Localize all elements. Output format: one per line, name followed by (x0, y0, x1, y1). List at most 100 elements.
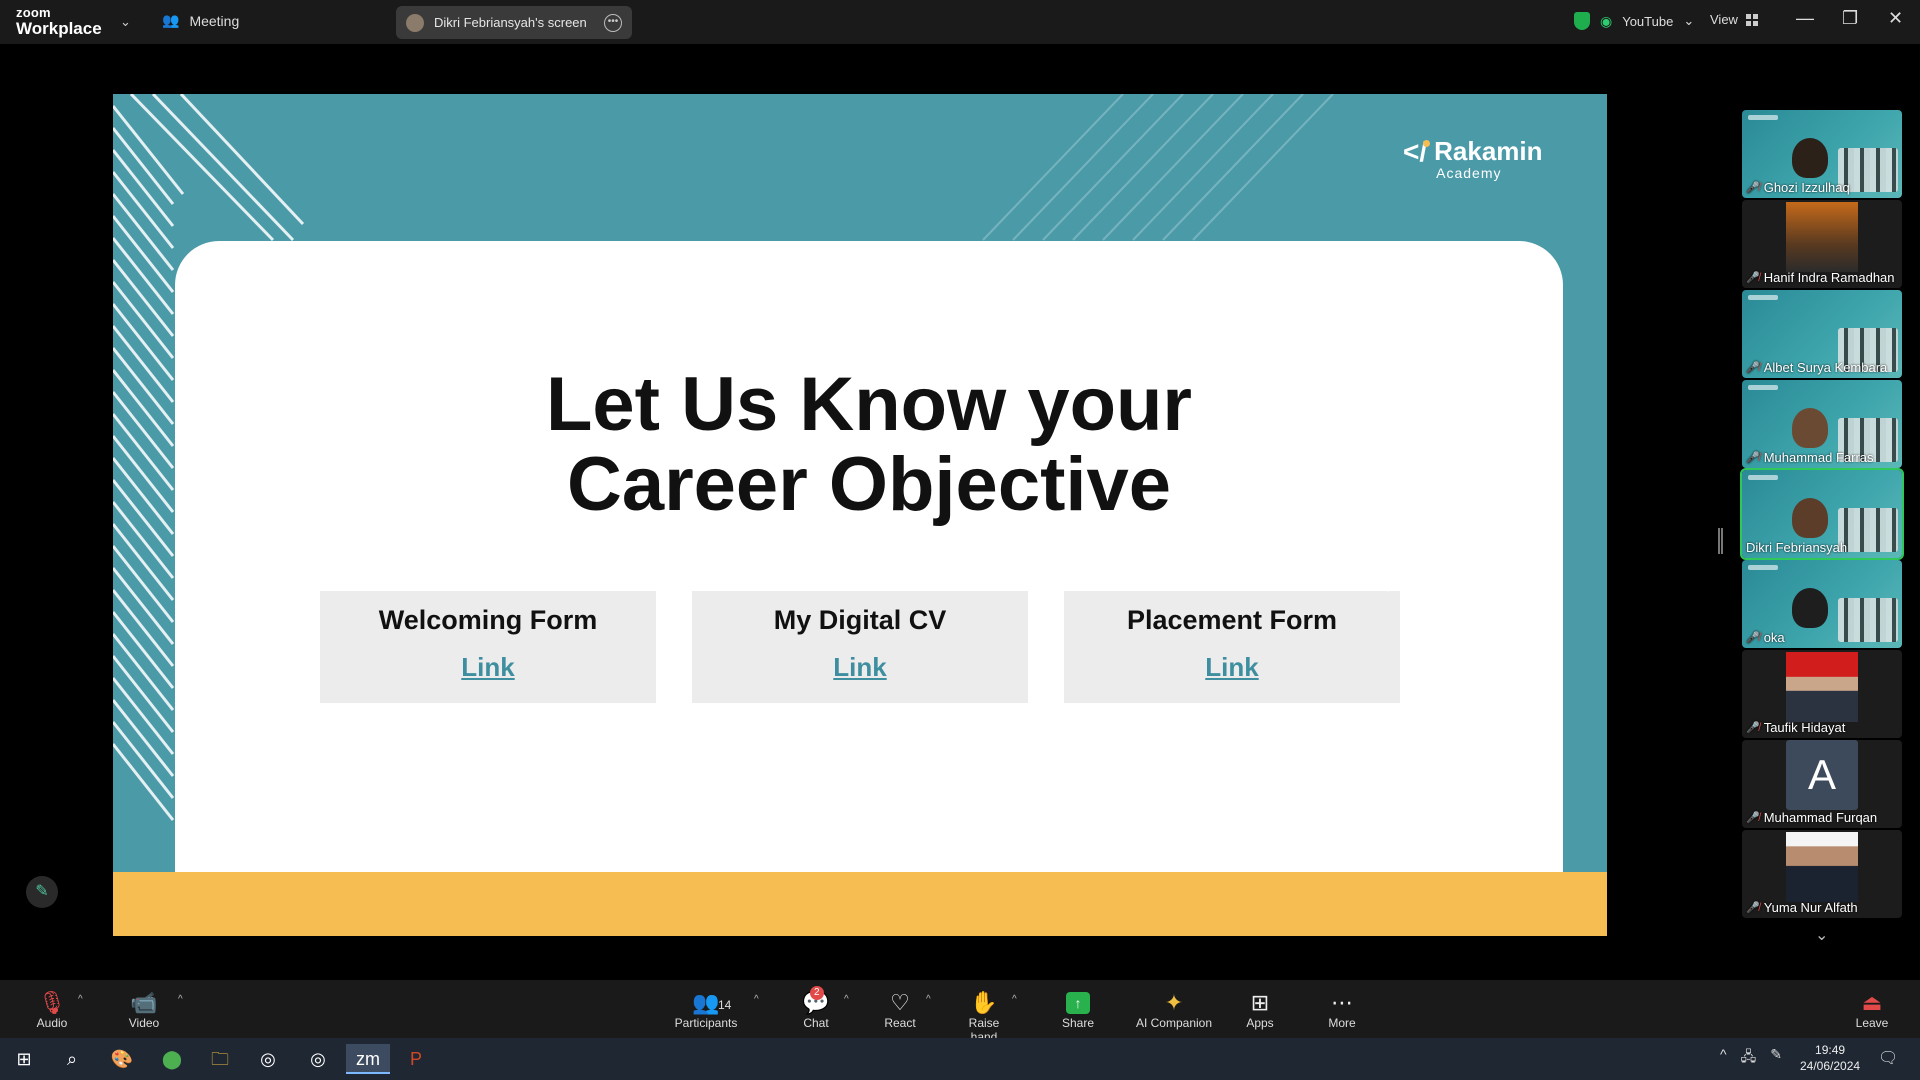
apps-grid-icon: ⊞ (1250, 990, 1270, 1015)
view-label: View (1710, 12, 1738, 27)
security-shield-icon (1574, 12, 1590, 30)
form-links: Welcoming Form Link My Digital CV Link P… (320, 591, 1420, 703)
network-icon[interactable]: 🖧 (1741, 1046, 1757, 1070)
participant-tile[interactable]: 🎤̸ Hanif Indra Ramadhan (1742, 200, 1902, 288)
close-icon[interactable]: ✕ (1888, 8, 1903, 29)
react-caret-icon[interactable]: ^ (926, 994, 931, 1005)
zoom-logo-small: zoom (16, 5, 51, 20)
tile-header (1748, 115, 1778, 120)
windows-start-icon[interactable]: ⊞ (2, 1044, 46, 1074)
form-link[interactable]: Link (461, 652, 514, 683)
screen-share-indicator[interactable]: Dikri Febriansyah's screen ••• (396, 6, 632, 39)
participant-tile[interactable]: 🎤̸ Muhammad Farras (1742, 380, 1902, 468)
pen-icon[interactable]: ✎ (1770, 1046, 1782, 1070)
annotate-pencil-icon[interactable]: ✎ (26, 876, 58, 908)
chat-button[interactable]: 💬 2 Chat (796, 986, 836, 1030)
ai-companion-button[interactable]: ✦ AI Companion (1134, 990, 1214, 1030)
tray-expand-icon[interactable]: ^ (1720, 1046, 1727, 1070)
system-clock[interactable]: 19:49 24/06/2024 (1800, 1042, 1860, 1074)
avatar (406, 13, 424, 32)
participant-tile-active-speaker[interactable]: Dikri Febriansyah (1740, 468, 1904, 560)
search-icon[interactable]: ⌕ (50, 1044, 94, 1074)
share-button[interactable]: ↑ Share (1058, 990, 1098, 1030)
form-card-digital-cv: My Digital CV Link (692, 591, 1028, 703)
apps-label: Apps (1246, 1016, 1274, 1030)
video-options-caret-icon[interactable]: ^ (178, 994, 183, 1005)
chevron-down-icon[interactable]: ⌄ (120, 14, 131, 30)
view-button[interactable]: View (1710, 12, 1758, 27)
participant-tile[interactable]: 🎤̸ Yuma Nur Alfath (1742, 830, 1902, 918)
muted-mic-icon: 🎤̸ (1746, 272, 1760, 284)
participant-name: Albet Surya Kembara (1763, 360, 1888, 375)
slide-content-card: Let Us Know your Career Objective Welcom… (175, 241, 1563, 872)
minimize-icon[interactable]: — (1796, 8, 1814, 29)
raise-hand-caret-icon[interactable]: ^ (1012, 994, 1017, 1005)
zoom-workplace-logo: zoom Workplace (16, 6, 102, 37)
video-button[interactable]: 📹 Video (126, 990, 162, 1030)
form-link[interactable]: Link (1205, 652, 1258, 683)
chrome-profile-icon[interactable]: ◎ (296, 1044, 340, 1074)
form-link[interactable]: Link (833, 652, 886, 683)
shared-screen: </ Rakamin Academy Let Us Know your Care… (113, 94, 1607, 936)
form-title: My Digital CV (773, 605, 947, 635)
video-off-icon: 📹 (130, 990, 158, 1015)
muted-mic-icon: 🎤̸ (1746, 902, 1760, 914)
rakamin-logo: </ Rakamin Academy (1403, 138, 1543, 181)
participant-tile[interactable]: 🎤̸ Ghozi Izzulhaq (1742, 110, 1902, 198)
participants-button[interactable]: 👥 14 Participants (674, 990, 738, 1030)
chrome-icon[interactable]: ◎ (246, 1044, 290, 1074)
participant-tile[interactable]: 🎤̸ Albet Surya Kembara (1742, 290, 1902, 378)
restore-icon[interactable]: ❐ (1842, 8, 1858, 29)
participant-tile[interactable]: 🎤̸ oka (1742, 560, 1902, 648)
audio-label: Audio (36, 1016, 68, 1030)
participants-label: Participants (674, 1016, 738, 1030)
notification-icon[interactable]: 🗨 (1878, 1048, 1898, 1068)
tile-header (1748, 565, 1778, 570)
more-label: More (1328, 1016, 1356, 1030)
participants-caret-icon[interactable]: ^ (754, 994, 759, 1005)
participants-count: 14 (718, 998, 732, 1012)
meeting-info-button[interactable]: 👥 Meeting (162, 12, 239, 29)
muted-mic-icon: 🎙 (38, 990, 66, 1015)
system-tray: ^ 🖧 ✎ (1720, 1046, 1782, 1070)
participant-photo (1786, 202, 1858, 272)
live-signal-icon: ◉ (1600, 12, 1613, 29)
react-button[interactable]: ♡ React (880, 990, 920, 1030)
more-options-icon[interactable]: ••• (604, 13, 622, 32)
background-image (1838, 598, 1898, 642)
muted-mic-icon: 🎤̸ (1746, 632, 1760, 644)
video-label: Video (128, 1016, 160, 1030)
more-button[interactable]: ⋯ More (1326, 990, 1358, 1030)
scroll-down-chevron-icon[interactable]: ⌄ (1815, 925, 1828, 945)
meeting-people-icon: 👥 (162, 12, 180, 28)
powerpoint-icon[interactable]: P (394, 1044, 438, 1074)
audio-options-caret-icon[interactable]: ^ (78, 994, 83, 1005)
muted-mic-icon: 🎤̸ (1746, 182, 1760, 194)
panel-resize-handle[interactable] (1718, 528, 1723, 554)
participant-name: Dikri Febriansyah (1746, 540, 1848, 555)
app-icon[interactable]: 🎨 (100, 1044, 144, 1074)
participant-tile[interactable]: A 🎤̸ Muhammad Furqan (1742, 740, 1902, 828)
participant-video (1792, 498, 1828, 538)
apps-button[interactable]: ⊞ Apps (1244, 990, 1276, 1030)
participant-photo (1786, 652, 1858, 722)
participant-video (1792, 408, 1828, 448)
participant-video (1792, 588, 1828, 628)
chat-badge: 2 (810, 986, 824, 1000)
zoom-taskbar-icon[interactable]: zm (346, 1044, 390, 1074)
tile-header (1748, 385, 1778, 390)
audio-button[interactable]: 🎙 Audio (34, 990, 70, 1030)
meeting-label: Meeting (189, 12, 240, 29)
raise-hand-button[interactable]: ✋ Raise hand (954, 990, 1014, 1044)
folder-icon[interactable]: 🗀 (198, 1044, 242, 1074)
form-card-welcoming: Welcoming Form Link (320, 591, 656, 703)
torrent-icon[interactable]: ⬤ (150, 1044, 194, 1074)
leave-button[interactable]: ⏏ Leave (1854, 990, 1890, 1030)
participant-tile[interactable]: 🎤̸ Taufik Hidayat (1742, 650, 1902, 738)
share-label: Dikri Febriansyah's screen (434, 15, 587, 30)
react-label: React (884, 1016, 916, 1030)
chat-caret-icon[interactable]: ^ (844, 994, 849, 1005)
clock-date: 24/06/2024 (1800, 1059, 1861, 1073)
streaming-status[interactable]: ◉ YouTube ⌄ (1574, 10, 1694, 32)
tile-header (1748, 295, 1778, 300)
